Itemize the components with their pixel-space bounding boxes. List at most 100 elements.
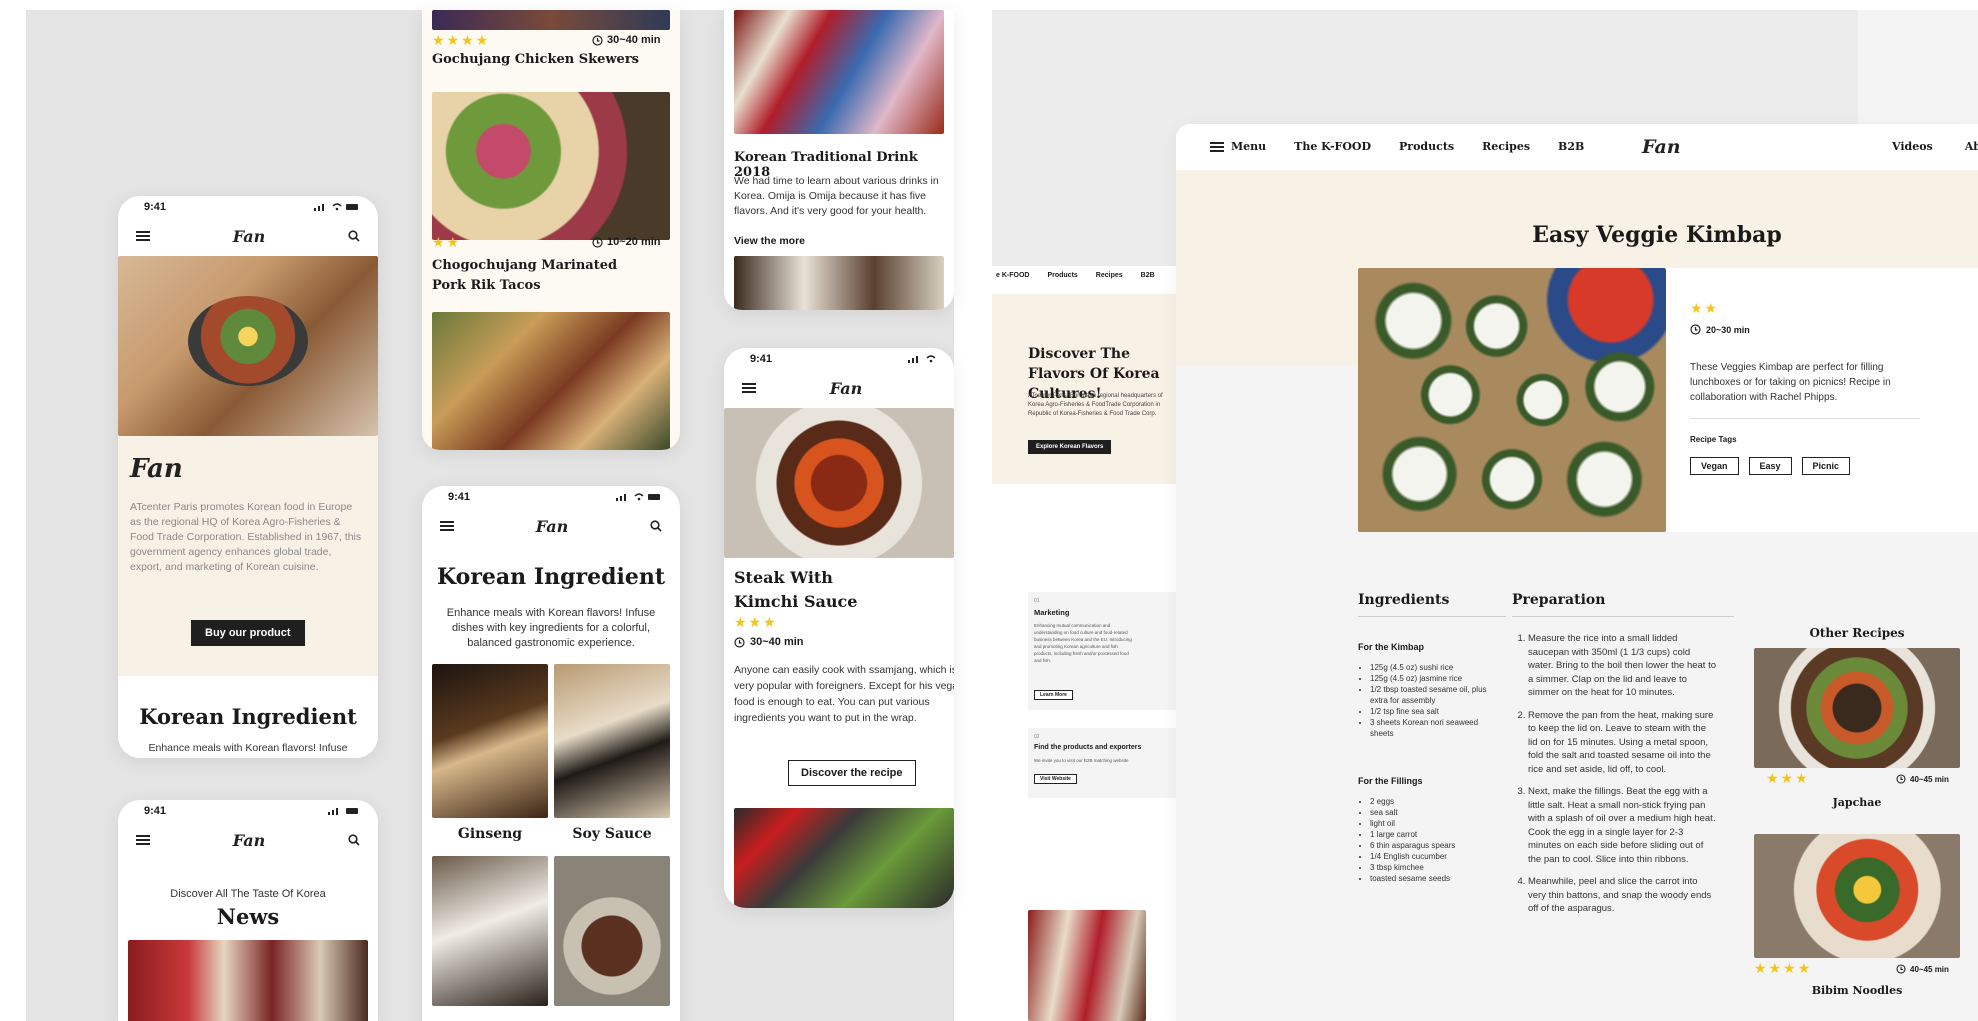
hamburger-menu-icon[interactable] — [1210, 141, 1224, 152]
search-icon[interactable] — [348, 230, 360, 242]
ingredient-item: 2 eggs — [1370, 796, 1490, 807]
nav-menu[interactable]: Menu — [1231, 140, 1266, 153]
drink-footer-image — [734, 256, 944, 310]
status-time: 9:41 — [750, 353, 773, 365]
nav-k-food[interactable]: The K-FOOD — [1294, 140, 1371, 153]
mid-learn-more-button[interactable]: Learn More — [1034, 690, 1073, 700]
mid-hero-desc: ATcenter Paris, European regional headqu… — [1028, 393, 1163, 417]
ingredient-image-4 — [554, 856, 670, 1006]
buy-product-button[interactable]: Buy our product — [191, 620, 305, 646]
mid-card-2-num: 02 — [1034, 734, 1040, 740]
signal-icon — [908, 356, 918, 363]
preparation-steps: Measure the rice into a small lidded sau… — [1512, 632, 1716, 925]
mid-nav-item[interactable]: Recipes — [1096, 272, 1123, 279]
steak-footer-image — [734, 808, 954, 908]
mid-card-2-title: Find the products and exporters — [1034, 744, 1142, 751]
nav-about[interactable]: About — [1965, 140, 1978, 153]
ingredient-item: 6 thin asparagus spears — [1370, 840, 1490, 851]
nav-videos[interactable]: Videos — [1892, 140, 1933, 153]
status-icons — [328, 807, 360, 815]
phone-news: 9:41 Fan Discover All The Taste Of Korea… — [118, 800, 378, 1021]
search-icon[interactable] — [650, 520, 662, 532]
ingredient-item: toasted sesame seeds — [1370, 873, 1490, 884]
mid-visit-website-button[interactable]: Visit Website — [1034, 774, 1077, 784]
recipe-2-stars: ★★ — [432, 234, 462, 250]
logo[interactable]: Fan — [830, 379, 862, 398]
preparation-step: Next, make the fillings. Beat the egg wi… — [1528, 785, 1716, 866]
mid-card-2-desc: We invite you to visit our B2B matching … — [1034, 758, 1129, 763]
preparation-rule — [1512, 616, 1734, 617]
logo[interactable]: Fan — [536, 517, 568, 536]
ingredient-label-ginseng[interactable]: Ginseng — [432, 826, 548, 842]
bibim-noodles-stars: ★★★★ — [1754, 960, 1813, 976]
korean-ingredient-subtitle: Enhance meals with Korean flavors! Infus… — [148, 742, 348, 754]
ingredient-item: sea salt — [1370, 807, 1490, 818]
hamburger-menu-icon[interactable] — [742, 383, 756, 393]
hamburger-menu-icon[interactable] — [440, 521, 454, 531]
mid-nav-item[interactable]: Products — [1047, 272, 1077, 279]
ingredient-label-soy-sauce[interactable]: Soy Sauce — [554, 826, 670, 842]
steak-title: Steak With Kimchi Sauce — [734, 568, 858, 611]
clock-icon — [592, 34, 603, 46]
logo[interactable]: Fan — [233, 227, 265, 246]
tag-vegan[interactable]: Vegan — [1690, 457, 1739, 475]
signal-icon — [616, 494, 626, 501]
discover-recipe-button[interactable]: Discover the recipe — [788, 760, 916, 786]
steak-desc: Anyone can easily cook with ssamjang, wh… — [734, 664, 954, 724]
japchae-image — [1754, 648, 1960, 768]
status-time: 9:41 — [448, 491, 471, 503]
steak-time: 30~40 min — [734, 636, 804, 648]
mid-card-1-title: Marketing — [1034, 608, 1070, 617]
bibim-noodles-title[interactable]: Bibim Noodles — [1754, 984, 1960, 997]
main-logo[interactable]: Fan — [1642, 136, 1681, 158]
news-title: News — [216, 904, 280, 929]
tag-easy[interactable]: Easy — [1748, 457, 1792, 475]
nav-b2b[interactable]: B2B — [1558, 140, 1584, 153]
search-icon[interactable] — [348, 834, 360, 846]
tag-picnic[interactable]: Picnic — [1801, 457, 1851, 475]
status-time: 9:41 — [144, 805, 167, 817]
kimbap-image — [1358, 268, 1666, 532]
logo[interactable]: Fan — [233, 831, 265, 850]
soy-sauce-image — [554, 664, 670, 818]
clock-icon — [1896, 964, 1906, 974]
kimbap-ingredients-list: 125g (4.5 oz) sushi rice 125g (4.5 oz) j… — [1358, 662, 1490, 739]
phone-nav: Fan — [422, 508, 680, 544]
wifi-icon — [926, 355, 936, 363]
recipe-3-image — [432, 312, 670, 450]
right-showcase-strip — [1858, 10, 1978, 130]
battery-icon — [648, 494, 660, 500]
recipe-1-title[interactable]: Gochujang Chicken Skewers — [432, 52, 639, 67]
drink-desc: We had time to learn about various drink… — [734, 175, 939, 217]
status-bar: 9:41 — [724, 348, 954, 370]
status-icons — [908, 355, 936, 363]
drink-card: Korean Traditional Drink 2018 We had tim… — [724, 10, 954, 310]
signal-icon — [314, 204, 324, 211]
nav-products[interactable]: Products — [1399, 140, 1454, 153]
status-bar: 9:41 — [118, 800, 378, 822]
korean-ingredient-title: Korean Ingredient — [139, 704, 357, 729]
hamburger-menu-icon[interactable] — [136, 231, 150, 241]
mid-nav-item[interactable]: B2B — [1141, 272, 1155, 279]
mid-nav-item[interactable]: e K-FOOD — [996, 272, 1029, 279]
phone-ingredient: 9:41 Fan Korean Ingredient Enhance meals… — [422, 486, 680, 1021]
ingredient-item: 125g (4.5 oz) jasmine rice — [1370, 673, 1490, 684]
hamburger-menu-icon[interactable] — [136, 835, 150, 845]
recipe-2-image — [432, 92, 670, 240]
japchae-title[interactable]: Japchae — [1754, 796, 1960, 809]
other-recipes-title: Other Recipes — [1809, 626, 1905, 640]
recipe-2-title[interactable]: Chogochujang Marinated Pork Rik Tacos — [432, 256, 622, 296]
clock-icon — [734, 636, 745, 648]
recipe-title: Easy Veggie Kimbap — [1532, 222, 1782, 248]
news-kicker: Discover All The Taste Of Korea — [170, 888, 326, 900]
ingredient-title: Korean Ingredient — [437, 564, 665, 590]
preparation-step: Remove the pan from the heat, making sur… — [1528, 709, 1716, 777]
ginseng-image — [432, 664, 548, 818]
drink-image — [734, 10, 944, 134]
steak-image — [724, 408, 954, 558]
explore-flavors-button[interactable]: Explore Korean Flavors — [1028, 440, 1112, 454]
drink-link[interactable]: View the more — [734, 235, 805, 247]
menu-button[interactable]: Menu — [1210, 140, 1266, 153]
phone-nav: Fan — [118, 218, 378, 254]
nav-recipes[interactable]: Recipes — [1482, 140, 1530, 153]
